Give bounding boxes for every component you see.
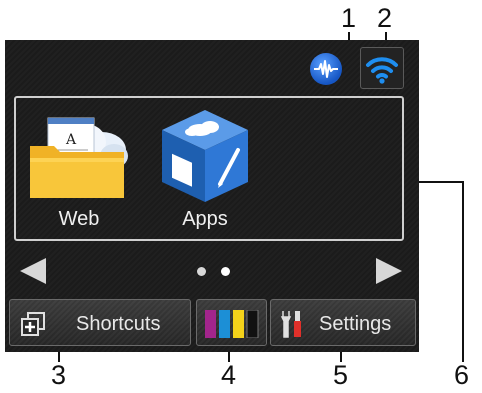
web-tile[interactable]: A Web [24, 98, 134, 239]
shortcuts-button[interactable]: Shortcuts [9, 299, 191, 346]
callout-line-6-v [462, 181, 464, 362]
page-indicator-dot-1 [197, 267, 206, 276]
apps-cube-icon [150, 106, 260, 206]
callout-2: 2 [377, 3, 393, 33]
callout-4: 4 [221, 360, 237, 390]
ink-cartridges-icon [205, 309, 259, 339]
callout-1: 1 [341, 3, 357, 33]
web-label: Web [58, 208, 100, 230]
touchscreen: A Web Apps Shortcuts Settings [5, 40, 419, 352]
next-page-arrow-icon[interactable] [376, 258, 402, 284]
callout-3: 3 [51, 360, 67, 390]
svg-text:A: A [65, 132, 77, 148]
wifi-icon[interactable] [360, 47, 404, 89]
settings-button[interactable]: Settings [270, 299, 416, 346]
page-indicator-dot-2-active [221, 267, 230, 276]
shortcuts-label: Shortcuts [76, 313, 161, 335]
page-navigation [5, 245, 419, 295]
wrench-screwdriver-icon [279, 309, 305, 339]
callout-5: 5 [333, 360, 349, 390]
apps-label: Apps [182, 208, 228, 230]
settings-label: Settings [319, 313, 392, 335]
wired-lan-icon[interactable] [310, 53, 342, 85]
shortcuts-icon [20, 311, 46, 337]
apps-tile[interactable]: Apps [150, 98, 260, 239]
status-bar [5, 40, 419, 92]
ink-button[interactable] [196, 299, 267, 346]
web-folder-cloud-icon: A [24, 106, 134, 206]
previous-page-arrow-icon[interactable] [20, 258, 46, 284]
callout-6: 6 [454, 360, 470, 390]
app-panel: A Web Apps [14, 96, 404, 241]
